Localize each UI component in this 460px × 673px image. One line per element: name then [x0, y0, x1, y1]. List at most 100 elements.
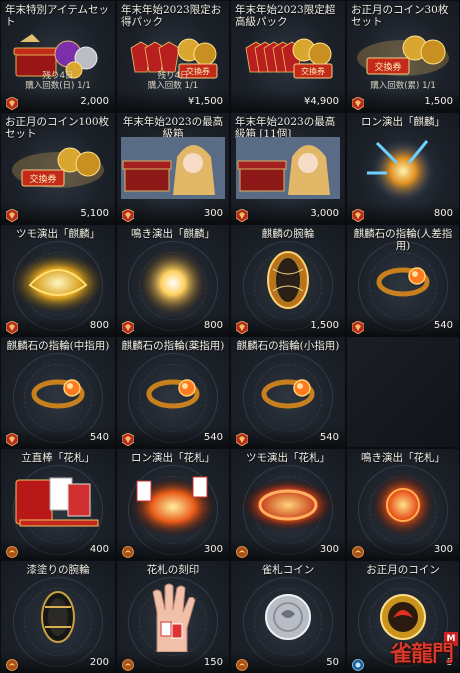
item-title: ツモ演出「麒麟」	[16, 228, 100, 240]
item-title: 立直棒「花札」	[21, 452, 95, 464]
shop-item[interactable]: 立直棒「花札」 400	[0, 448, 116, 560]
game-logo: 雀龍門	[389, 641, 454, 667]
item-image	[357, 133, 449, 207]
shop-item-grid: 年末特別アイテムセット 残り4日 購入回数(日) 1/1 2,000 年末年始20…	[0, 0, 460, 673]
coin-currency-icon	[236, 656, 248, 671]
shop-item[interactable]: 年末年始2023限定超高級パック 交換券 ¥4,900	[230, 0, 346, 112]
item-image	[121, 137, 225, 203]
shop-item[interactable]: 鳴き演出「麒麟」 800	[116, 224, 230, 336]
shop-item[interactable]: 麒麟石の指輪(薬指用) 540	[116, 336, 230, 448]
shop-item[interactable]: お正月のコイン30枚セット 交換券 購入回数(累) 1/1 1,500	[346, 0, 460, 112]
item-image	[263, 249, 313, 315]
shop-item[interactable]: 雀札コイン 50	[230, 560, 346, 673]
item-price: 150	[203, 657, 223, 668]
item-title: 年末年始2023限定お得パック	[121, 4, 222, 28]
coin-currency-icon	[236, 543, 248, 558]
shop-item[interactable]: 年末年始2023限定お得パック 交換券 残り4日 購入回数 1/1 ¥1,500	[116, 0, 230, 112]
shop-item[interactable]: 花札の刻印 150	[116, 560, 230, 673]
coin-currency-icon	[352, 543, 364, 558]
gem-currency-icon	[351, 95, 365, 111]
item-title: 年末特別アイテムセット	[5, 4, 109, 28]
item-image	[127, 471, 219, 541]
gem-currency-icon	[121, 431, 135, 447]
gem-currency-icon	[121, 207, 135, 223]
item-title: お正月のコイン30枚セット	[351, 4, 449, 28]
item-title: ツモ演出「花札」	[246, 452, 330, 464]
item-title: 雀札コイン	[261, 564, 315, 576]
item-image: 交換券	[8, 140, 108, 200]
item-image	[361, 471, 445, 541]
item-price: 540	[89, 432, 109, 443]
item-price: 300	[203, 208, 223, 219]
item-note: 購入回数(日) 1/1	[25, 81, 91, 91]
shop-item[interactable]: ロン演出「麒麟」 800	[346, 112, 460, 224]
gem-currency-icon	[351, 319, 365, 335]
shop-item[interactable]: 鳴き演出「花札」 300	[346, 448, 460, 560]
item-image: 交換券	[238, 28, 338, 88]
item-title: 麒麟石の指輪(中指用)	[6, 340, 110, 352]
shop-item[interactable]: 年末特別アイテムセット 残り4日 購入回数(日) 1/1 2,000	[0, 0, 116, 112]
coin-currency-icon	[6, 543, 18, 558]
item-price: 300	[203, 544, 223, 555]
item-price: 3,000	[310, 208, 339, 219]
yen-currency-icon	[236, 95, 248, 108]
gem-currency-icon	[5, 95, 19, 111]
item-price: 300	[433, 544, 453, 555]
item-title: 麒麟石の指輪(小指用)	[236, 340, 340, 352]
shop-item[interactable]: 年末年始2023の最高級箱 300	[116, 112, 230, 224]
gem-currency-icon	[235, 207, 249, 223]
gem-currency-icon	[5, 207, 19, 223]
item-title: お正月のコイン	[366, 564, 440, 576]
item-image	[12, 474, 104, 538]
item-title: 花札の刻印	[146, 564, 200, 576]
gem-currency-icon	[235, 319, 249, 335]
item-price: 1,500	[424, 96, 453, 107]
item-note: 購入回数(累) 1/1	[370, 81, 436, 91]
item-price: 2,000	[80, 96, 109, 107]
item-title: ロン演出「麒麟」	[361, 116, 445, 128]
item-price: 1,500	[310, 320, 339, 331]
shop-item[interactable]: お正月のコイン 5 M 雀龍門	[346, 560, 460, 673]
shop-item[interactable]: ロン演出「花札」 300	[116, 448, 230, 560]
item-image	[145, 372, 201, 416]
item-title: ロン演出「花札」	[131, 452, 215, 464]
item-price: 800	[203, 320, 223, 331]
shop-item[interactable]: ツモ演出「麒麟」 800	[0, 224, 116, 336]
item-price: 50	[326, 657, 339, 668]
item-title: 鳴き演出「麒麟」	[131, 228, 215, 240]
gem-currency-icon	[121, 319, 135, 335]
item-title: 麒麟石の指輪(人差指用)	[353, 228, 453, 252]
item-price: ¥1,500	[188, 96, 223, 107]
empty-slot	[346, 336, 460, 448]
item-title: 年末年始2023限定超高級パック	[235, 4, 336, 28]
item-title: 麒麟石の指輪(薬指用)	[121, 340, 225, 352]
shop-item[interactable]: お正月のコイン100枚セット 交換券 5,100	[0, 112, 116, 224]
item-image	[260, 372, 316, 416]
item-price: 540	[203, 432, 223, 443]
shop-item[interactable]: 麒麟の腕輪 1,500	[230, 224, 346, 336]
shop-item[interactable]: 麒麟石の指輪(人差指用) 540	[346, 224, 460, 336]
item-title: お正月のコイン100枚セット	[5, 116, 110, 140]
item-price: 200	[89, 657, 109, 668]
item-image	[143, 582, 203, 656]
item-image	[30, 372, 86, 416]
coin-currency-icon	[6, 656, 18, 671]
gem-currency-icon	[235, 431, 249, 447]
blue-coin-currency-icon	[352, 656, 364, 671]
item-image: 交換券	[353, 28, 453, 88]
shop-item[interactable]: ツモ演出「花札」 300	[230, 448, 346, 560]
shop-item[interactable]: 麒麟石の指輪(小指用) 540	[230, 336, 346, 448]
shop-item[interactable]: 年末年始2023の最高級箱 [11個] 3,000	[230, 112, 346, 224]
item-price: 800	[433, 208, 453, 219]
yen-currency-icon	[122, 95, 134, 108]
item-image	[240, 473, 336, 539]
item-price: 800	[89, 320, 109, 331]
shop-item[interactable]: 麒麟石の指輪(中指用) 540	[0, 336, 116, 448]
coin-currency-icon	[122, 656, 134, 671]
item-price: 5,100	[80, 208, 109, 219]
item-title: 漆塗りの腕輪	[26, 564, 90, 576]
item-image	[236, 137, 340, 203]
item-title: 麒麟の腕輪	[261, 228, 315, 240]
shop-item[interactable]: 漆塗りの腕輪 200	[0, 560, 116, 673]
svg-text:交換券: 交換券	[301, 66, 325, 76]
